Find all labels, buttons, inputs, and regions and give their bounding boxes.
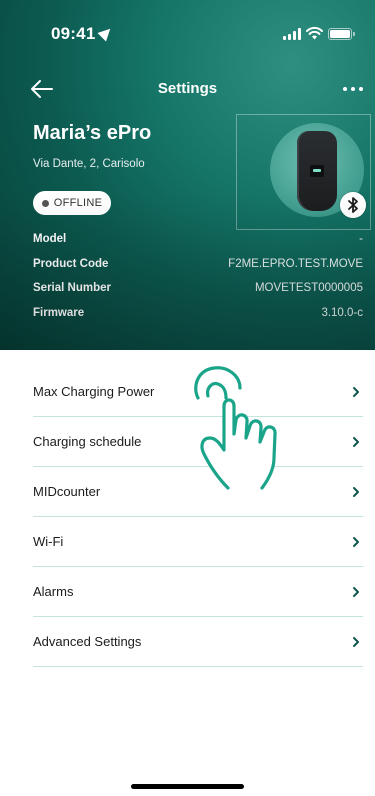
device-name: Maria’s ePro <box>33 122 152 144</box>
menu-item-label: Charging schedule <box>33 434 142 449</box>
battery-icon <box>328 28 355 40</box>
chevron-right-icon <box>353 537 359 547</box>
device-address: Via Dante, 2, Carisolo <box>33 158 145 170</box>
chevron-right-icon <box>353 587 359 597</box>
charger-icon <box>297 131 337 211</box>
bluetooth-icon <box>340 192 366 218</box>
menu-item-label: Wi-Fi <box>33 534 64 549</box>
menu-item-advanced-settings[interactable]: Advanced Settings <box>33 617 363 667</box>
menu-item-max-charging-power[interactable]: Max Charging Power <box>33 367 363 417</box>
menu-item-midcounter[interactable]: MIDcounter <box>33 467 363 517</box>
menu-item-charging-schedule[interactable]: Charging schedule <box>33 417 363 467</box>
menu-item-label: Alarms <box>33 584 74 599</box>
info-label: Model <box>33 233 67 245</box>
settings-screen: 09:41 Settings Maria’s ePro Via Dante, 2… <box>0 0 375 796</box>
menu-item-label: MIDcounter <box>33 484 101 499</box>
info-value: 3.10.0-c <box>321 307 363 319</box>
status-bar: 09:41 <box>0 0 375 52</box>
status-badge: OFFLINE <box>33 191 111 215</box>
info-label: Product Code <box>33 258 109 270</box>
location-arrow-icon <box>97 24 115 42</box>
status-time: 09:41 <box>51 24 96 43</box>
info-row-model: Model - <box>33 233 363 249</box>
home-indicator[interactable] <box>131 784 244 789</box>
info-row-product-code: Product Code F2ME.EPRO.TEST.MOVE <box>33 258 363 274</box>
menu-item-wifi[interactable]: Wi-Fi <box>33 517 363 567</box>
info-value: - <box>359 233 363 245</box>
info-value: MOVETEST0000005 <box>254 282 363 294</box>
info-value: F2ME.EPRO.TEST.MOVE <box>228 258 363 270</box>
info-label: Serial Number <box>33 282 111 294</box>
info-label: Firmware <box>33 307 85 319</box>
status-badge-label: OFFLINE <box>53 197 103 209</box>
page-title: Settings <box>157 80 218 97</box>
menu-item-label: Max Charging Power <box>33 384 155 399</box>
more-dots-icon[interactable] <box>341 84 365 94</box>
menu-item-alarms[interactable]: Alarms <box>33 567 363 617</box>
chevron-right-icon <box>353 437 359 447</box>
device-image-frame <box>236 114 371 230</box>
wifi-icon <box>306 26 323 40</box>
chevron-right-icon <box>353 637 359 647</box>
chevron-right-icon <box>353 387 359 397</box>
device-header: 09:41 Settings Maria’s ePro Via Dante, 2… <box>0 0 375 350</box>
settings-menu: Max Charging Power Charging schedule MID… <box>33 367 363 667</box>
menu-item-label: Advanced Settings <box>33 634 142 649</box>
chevron-right-icon <box>353 487 359 497</box>
info-row-serial-number: Serial Number MOVETEST0000005 <box>33 282 363 298</box>
charger-display <box>310 165 324 177</box>
cellular-signal-icon <box>283 28 301 40</box>
info-row-firmware: Firmware 3.10.0-c <box>33 307 363 323</box>
status-dot-icon <box>41 199 49 207</box>
